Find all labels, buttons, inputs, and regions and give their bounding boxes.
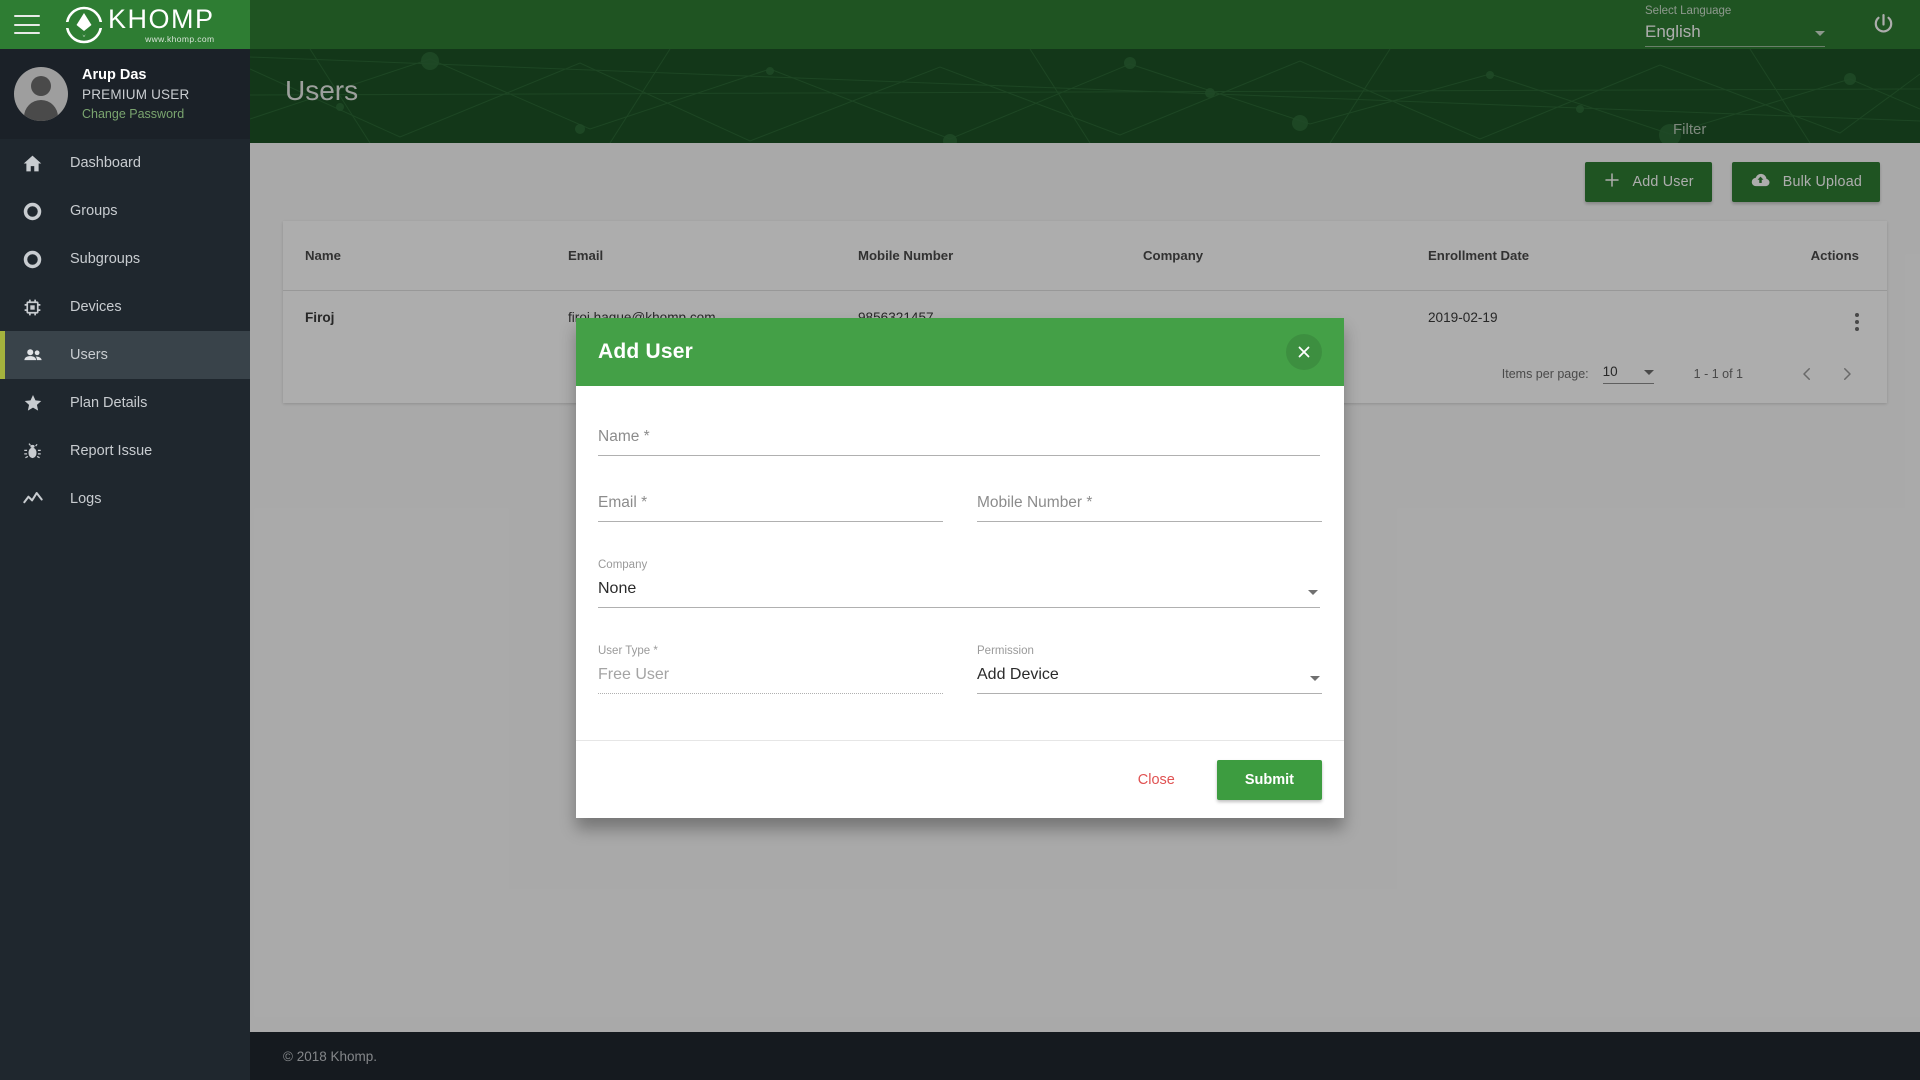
user-type-field: User Type * Free User: [598, 644, 943, 694]
permission-value: Add Device: [977, 666, 1059, 683]
sidebar-item-label: Report Issue: [70, 443, 153, 459]
mobile-number-placeholder: Mobile Number *: [977, 494, 1093, 511]
sidebar-item-label: Groups: [70, 203, 118, 219]
chevron-down-icon: [1310, 676, 1320, 681]
sidebar: Arup Das PREMIUM USER Change Password Da…: [0, 49, 250, 1080]
email-placeholder: Email *: [598, 494, 648, 511]
dialog-body: Name * Email * Mobile Number * Company N…: [576, 386, 1344, 730]
user-type-label: User Type *: [598, 645, 658, 657]
close-button[interactable]: Close: [1122, 762, 1191, 798]
brand-logo[interactable]: KHOMP www.khomp.com: [64, 5, 215, 45]
sidebar-item-label: Plan Details: [70, 395, 148, 411]
app-root: KHOMP www.khomp.com Select Language Engl…: [0, 0, 1920, 1080]
dialog-footer: Close Submit: [576, 740, 1344, 818]
chip-icon: [22, 295, 48, 319]
brand-url: www.khomp.com: [145, 34, 215, 44]
profile-role: PREMIUM USER: [82, 86, 190, 102]
people-icon: [22, 343, 48, 367]
sidebar-item-devices[interactable]: Devices: [0, 283, 250, 331]
user-profile: Arup Das PREMIUM USER Change Password: [0, 49, 250, 139]
add-user-dialog: Add User Name * Email * Mobile Number *: [576, 318, 1344, 818]
mobile-number-field[interactable]: Mobile Number *: [977, 492, 1322, 522]
name-underline: [598, 455, 1320, 456]
company-value: None: [598, 580, 637, 597]
sidebar-item-groups[interactable]: Groups: [0, 187, 250, 235]
email-field[interactable]: Email *: [598, 492, 943, 522]
sidebar-item-label: Logs: [70, 491, 102, 507]
company-label: Company: [598, 559, 648, 571]
user-type-underline: [598, 693, 943, 694]
name-field[interactable]: Name *: [598, 426, 1320, 456]
dialog-header: Add User: [576, 318, 1344, 386]
circle-icon: [22, 247, 48, 271]
submit-button[interactable]: Submit: [1216, 759, 1322, 800]
home-icon: [22, 151, 48, 175]
sidebar-item-plan-details[interactable]: Plan Details: [0, 379, 250, 427]
profile-name: Arup Das: [82, 66, 147, 83]
sidebar-item-users[interactable]: Users: [0, 331, 250, 379]
khomp-logo-icon: [64, 5, 104, 45]
sidebar-item-logs[interactable]: Logs: [0, 475, 250, 523]
sidebar-item-report-issue[interactable]: Report Issue: [0, 427, 250, 475]
chevron-down-icon: [1308, 590, 1318, 595]
permission-select[interactable]: Permission Add Device: [977, 644, 1322, 694]
sidebar-item-label: Subgroups: [70, 251, 141, 267]
trend-icon: [22, 487, 48, 511]
user-type-value: Free User: [598, 666, 670, 683]
modal-backdrop-top[interactable]: [250, 0, 1920, 49]
sidebar-item-label: Dashboard: [70, 155, 141, 171]
sidebar-item-label: Users: [70, 347, 108, 363]
change-password-link[interactable]: Change Password: [82, 105, 189, 123]
hamburger-icon[interactable]: [14, 15, 40, 34]
star-icon: [22, 391, 48, 415]
brand-name: KHOMP: [108, 4, 215, 34]
sidebar-item-dashboard[interactable]: Dashboard: [0, 139, 250, 187]
avatar: [14, 67, 68, 121]
name-placeholder: Name *: [598, 428, 650, 445]
permission-underline: [977, 693, 1322, 694]
company-underline: [598, 607, 1320, 608]
sidebar-item-subgroups[interactable]: Subgroups: [0, 235, 250, 283]
dialog-title: Add User: [598, 340, 693, 363]
company-select[interactable]: Company None: [598, 558, 1320, 608]
circle-icon: [22, 199, 48, 223]
mobile-number-underline: [977, 521, 1322, 522]
email-underline: [598, 521, 943, 522]
bug-icon: [22, 439, 48, 463]
sidebar-item-label: Devices: [70, 299, 122, 315]
permission-label: Permission: [977, 645, 1034, 657]
close-icon[interactable]: [1286, 334, 1322, 370]
